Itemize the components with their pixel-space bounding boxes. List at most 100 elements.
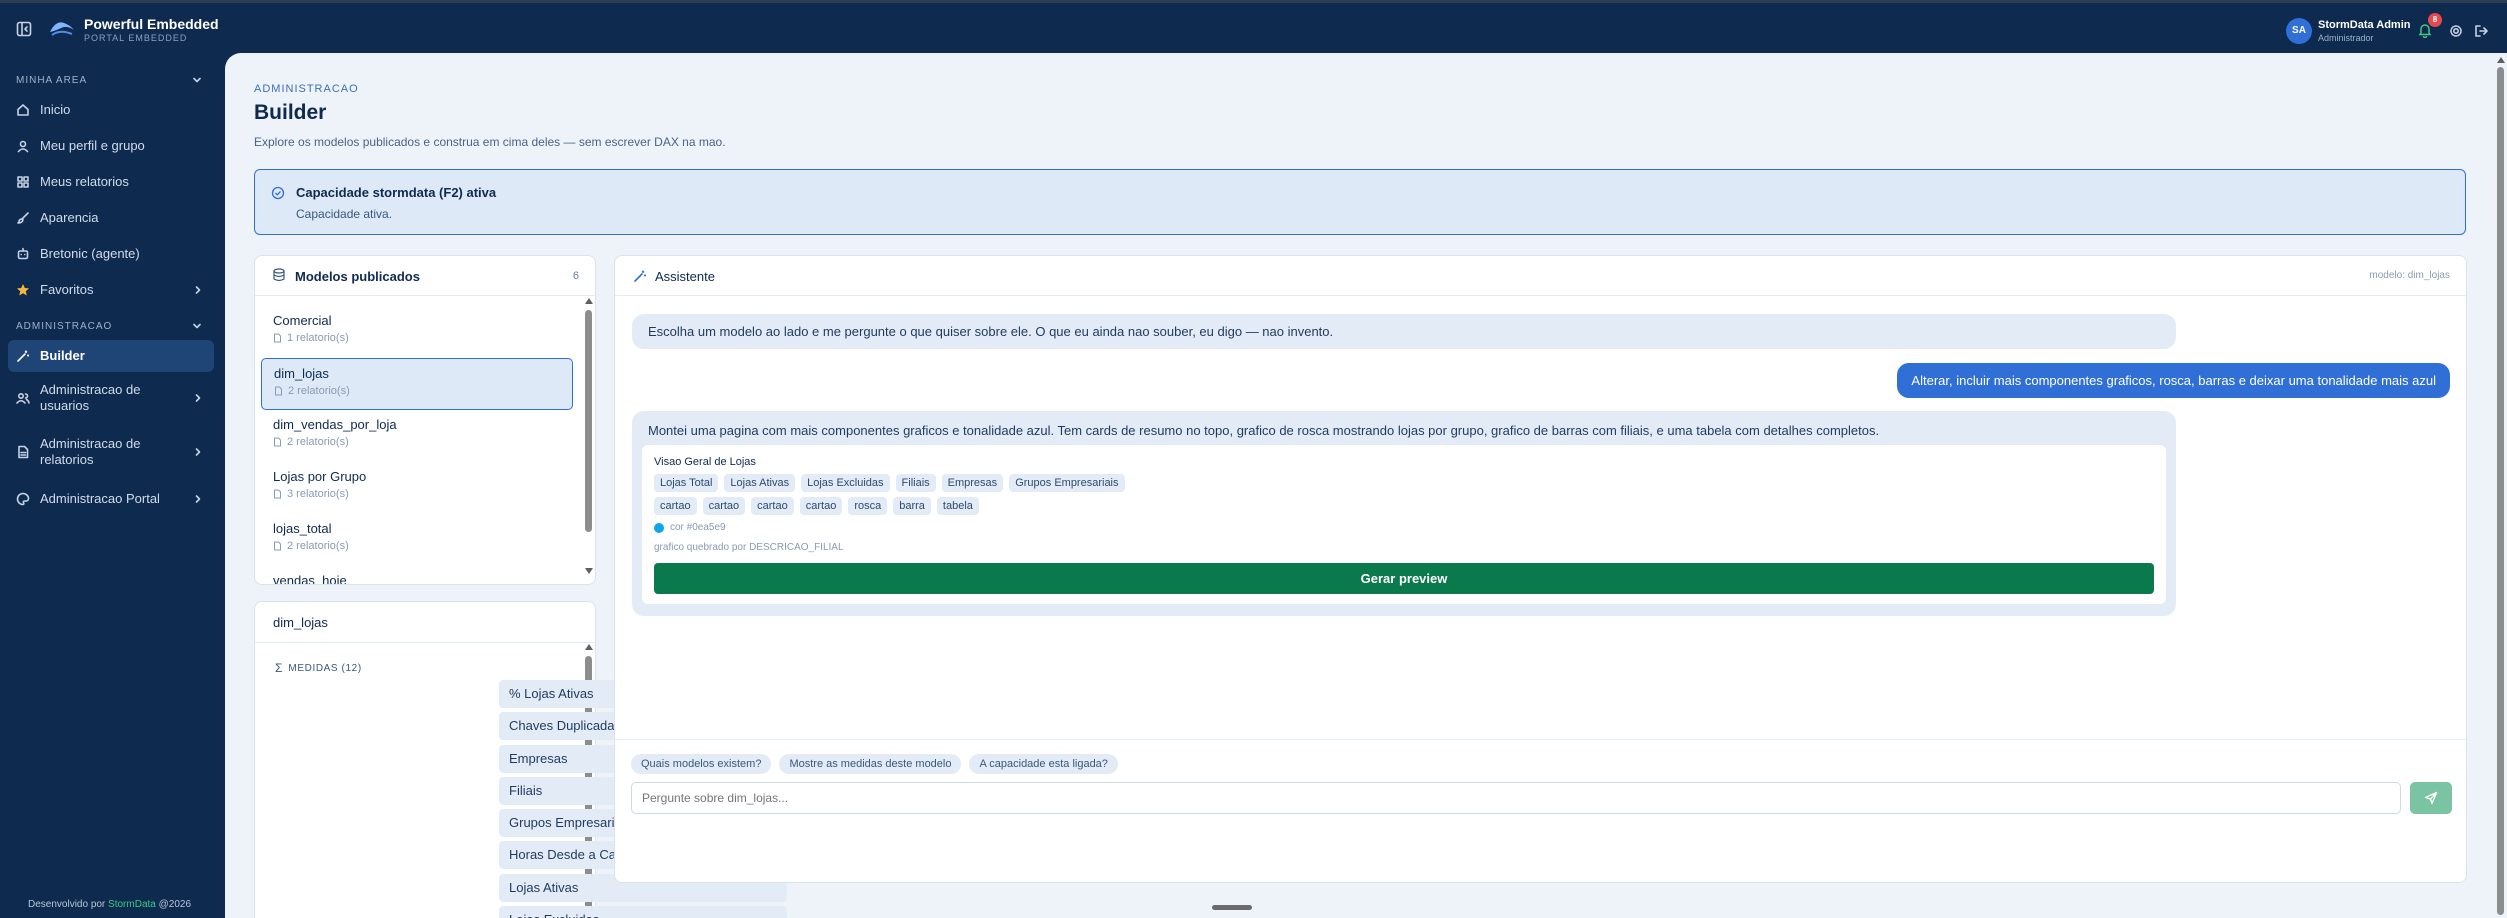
model-report-count: 2 relatorio(s)	[288, 385, 350, 397]
generate-preview-button[interactable]: Gerar preview	[654, 563, 2154, 594]
measure-chip: Empresas	[941, 474, 1004, 492]
sidebar-section-administracao: ADMINISTRACAO	[16, 321, 113, 332]
model-list-item[interactable]: Comercial 1 relatorio(s)	[261, 306, 573, 358]
sidebar-item-label: Administracao Portal	[40, 491, 160, 506]
model-list: Comercial 1 relatorio(s) dim_lojas 2 rel…	[261, 306, 573, 585]
scroll-up-arrow-icon[interactable]	[585, 298, 593, 304]
logout-icon[interactable]	[2474, 24, 2488, 38]
suggestion-chip[interactable]: Mostre as medidas deste modelo	[779, 754, 962, 774]
user-name: StormData Admin	[2318, 19, 2411, 31]
report-file-icon	[273, 333, 282, 343]
model-name: dim_vendas_por_loja	[273, 417, 397, 432]
models-count: 6	[572, 270, 579, 282]
scroll-down-arrow-icon[interactable]	[585, 568, 593, 574]
user-icon	[16, 139, 30, 153]
sidebar-item-label: Meus relatorios	[40, 174, 129, 189]
sidebar-item-label: Administracao de usuarios	[40, 382, 141, 413]
models-scrollbar[interactable]	[583, 298, 595, 584]
report-file-icon	[273, 437, 282, 447]
sidebar-item-relatorios[interactable]: Meus relatorios	[8, 166, 214, 198]
visual-chip: tabela	[936, 497, 979, 515]
page-description: Explore os modelos publicados e construa…	[254, 135, 726, 149]
sidebar-item-bretonic[interactable]: Bretonic (agente)	[8, 238, 214, 270]
sidebar-item-aparencia[interactable]: Aparencia	[8, 202, 214, 234]
visual-chip: cartao	[654, 497, 697, 515]
settings-gear-icon[interactable]	[2449, 24, 2463, 38]
model-list-item-selected[interactable]: dim_lojas 2 relatorio(s)	[261, 358, 573, 410]
model-name: Lojas por Grupo	[273, 469, 367, 484]
plan-measure-chips: Lojas Total Lojas Ativas Lojas Excluidas Fi…	[654, 473, 1131, 492]
measure-chip: Lojas Total	[654, 474, 719, 492]
sidebar-item-admin-portal[interactable]: Administracao Portal	[8, 483, 214, 515]
grid-icon	[16, 175, 30, 189]
send-button[interactable]	[2410, 782, 2452, 814]
sidebar-item-admin-relatorios[interactable]: Administracao de relatorios	[8, 430, 214, 474]
app-subtitle: PORTAL EMBEDDED	[84, 33, 188, 43]
sidebar-item-label: Favoritos	[40, 282, 94, 297]
visual-chip: rosca	[848, 497, 888, 515]
users-icon	[16, 391, 30, 405]
magic-wand-icon	[633, 269, 647, 283]
scroll-up-arrow-icon[interactable]	[585, 644, 593, 650]
magic-wand-icon	[16, 349, 30, 363]
sidebar: MINHA AREA Inicio Meu perfil e grupo Meu…	[0, 53, 225, 918]
sidebar-item-perfil[interactable]: Meu perfil e grupo	[8, 130, 214, 162]
scroll-thumb[interactable]	[585, 310, 592, 532]
measures-label: MEDIDAS (12)	[288, 662, 362, 674]
sidebar-item-admin-usuarios[interactable]: Administracao de usuarios	[8, 376, 214, 420]
sidebar-item-label: Meu perfil e grupo	[40, 138, 145, 153]
sidebar-item-favoritos[interactable]: Favoritos	[8, 274, 214, 306]
sidebar-item-label: Aparencia	[40, 210, 99, 225]
footer-brand-link[interactable]: StormData	[108, 899, 156, 910]
color-swatch	[654, 522, 664, 533]
visual-chip: cartao	[799, 497, 843, 515]
model-list-item[interactable]: dim_vendas_por_loja 2 relatorio(s)	[261, 410, 573, 462]
chevron-right-icon	[194, 494, 202, 504]
report-file-icon	[273, 541, 282, 551]
suggestion-chip[interactable]: Quais modelos existem?	[631, 754, 772, 774]
resize-handle[interactable]	[1212, 905, 1252, 910]
models-panel: Modelos publicados 6 Comercial 1 relator…	[254, 255, 596, 585]
star-icon	[16, 283, 30, 297]
plan-color-label: cor #0ea5e9	[670, 522, 726, 533]
model-name: lojas_total	[273, 521, 332, 536]
capacity-title: Capacidade stormdata (F2) ativa	[296, 185, 497, 200]
sidebar-item-inicio[interactable]: Inicio	[8, 94, 214, 126]
model-name: dim_lojas	[274, 366, 329, 381]
chat-input[interactable]	[631, 782, 2401, 814]
measure-chip: Filiais	[895, 474, 936, 492]
app-title: Powerful Embedded	[84, 16, 219, 32]
capacity-banner: Capacidade stormdata (F2) ativa Capacida…	[254, 169, 2466, 235]
model-list-item[interactable]: Lojas por Grupo 3 relatorio(s)	[261, 462, 573, 514]
assistant-header: Assistente modelo: dim_lojas	[615, 256, 2466, 296]
notification-count-badge: 8	[2428, 13, 2442, 27]
visual-chip: cartao	[751, 497, 794, 515]
sidebar-item-builder[interactable]: Builder	[8, 340, 214, 372]
capacity-status: Capacidade ativa.	[296, 207, 393, 221]
models-panel-header: Modelos publicados 6	[255, 256, 595, 296]
section-collapse-chevron-icon[interactable]	[192, 75, 202, 85]
breadcrumb: ADMINISTRACAO	[254, 83, 359, 95]
model-report-count: 1 relatorio(s)	[287, 332, 349, 344]
model-name: vendas_hoje	[273, 573, 347, 585]
sidebar-item-label: Bretonic (agente)	[40, 246, 140, 261]
scroll-up-arrow-icon[interactable]	[2497, 57, 2505, 63]
model-list-item[interactable]: lojas_total 2 relatorio(s)	[261, 514, 573, 566]
model-list-item[interactable]: vendas_hoje	[261, 566, 573, 585]
scroll-thumb[interactable]	[2497, 67, 2504, 915]
assistant-message-text: Montei uma pagina com mais componentes g…	[648, 423, 1880, 438]
assistant-message: Escolha um modelo ao lado e me pergunte …	[632, 314, 2176, 349]
page-scrollbar[interactable]	[2495, 53, 2507, 918]
measure-item[interactable]: Lojas Excluidas	[499, 906, 787, 918]
bot-icon	[16, 247, 30, 261]
suggestion-chip[interactable]: A capacidade esta ligada?	[969, 754, 1118, 774]
suggestion-chips: Quais modelos existem? Mostre as medidas …	[631, 754, 1126, 774]
section-collapse-chevron-icon[interactable]	[192, 321, 202, 331]
avatar[interactable]: SA	[2286, 18, 2312, 44]
plan-visual-chips: cartao cartao cartao cartao rosca barra tabela	[654, 496, 985, 515]
assistant-message-plan: Montei uma pagina com mais componentes g…	[632, 411, 2176, 616]
database-icon	[273, 268, 285, 282]
assistant-panel: Assistente modelo: dim_lojas Escolha um …	[614, 255, 2467, 883]
measure-chip: Grupos Empresariais	[1009, 474, 1125, 492]
collapse-sidebar-icon[interactable]	[16, 21, 32, 37]
